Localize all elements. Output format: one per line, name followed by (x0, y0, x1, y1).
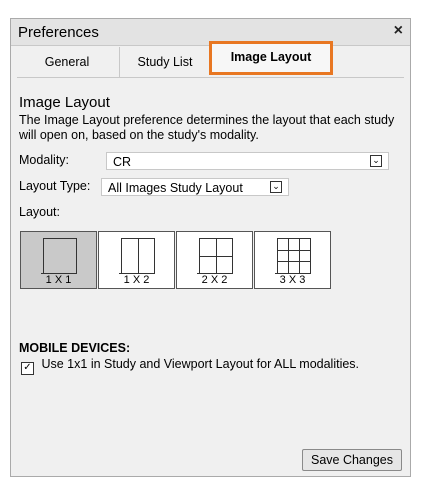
section-title: Image Layout (19, 94, 110, 111)
layout-option-label: 3 X 3 (275, 273, 310, 286)
layout-option-label: 1 X 2 (119, 273, 154, 286)
mobile-1x1-checkbox-row[interactable]: ✓ Use 1x1 in Study and Viewport Layout f… (21, 357, 359, 375)
layout-1x2-icon (121, 238, 155, 274)
mobile-1x1-checkbox-label: Use 1x1 in Study and Viewport Layout for… (41, 357, 360, 371)
layout-3x3-icon (277, 238, 311, 274)
layout-2x2-icon (199, 238, 233, 274)
layout-1x1-icon (43, 238, 77, 274)
dialog-title: Preferences (18, 24, 99, 41)
tab-study-list[interactable]: Study List (119, 47, 210, 77)
layout-type-label: Layout Type: (19, 179, 91, 193)
tab-image-layout[interactable]: Image Layout (209, 41, 333, 75)
layout-option-1x2[interactable]: 1 X 2 (98, 231, 175, 289)
checkmark-icon[interactable]: ✓ (21, 362, 34, 375)
layout-option-3x3[interactable]: 3 X 3 (254, 231, 331, 289)
layout-label: Layout: (19, 205, 61, 219)
preferences-dialog: Preferences × General Study List Image L… (10, 18, 411, 477)
section-description: The Image Layout preference determines t… (19, 113, 395, 142)
mobile-devices-heading: MOBILE DEVICES: (19, 341, 131, 355)
layout-option-label: 2 X 2 (197, 273, 232, 286)
chevron-down-icon: ⌄ (270, 181, 282, 193)
tab-general[interactable]: General (17, 47, 117, 77)
modality-label: Modality: (19, 153, 70, 167)
modality-select[interactable]: CR ⌄ (106, 152, 389, 170)
tab-divider (17, 77, 404, 78)
layout-type-select[interactable]: All Images Study Layout ⌄ (101, 178, 289, 196)
modality-value: CR (113, 155, 132, 169)
layout-type-value: All Images Study Layout (108, 181, 243, 195)
layout-option-label: 1 X 1 (41, 273, 76, 286)
layout-option-2x2[interactable]: 2 X 2 (176, 231, 253, 289)
close-icon[interactable]: × (394, 22, 403, 40)
chevron-down-icon: ⌄ (370, 155, 382, 167)
layout-option-1x1[interactable]: 1 X 1 (20, 231, 97, 289)
